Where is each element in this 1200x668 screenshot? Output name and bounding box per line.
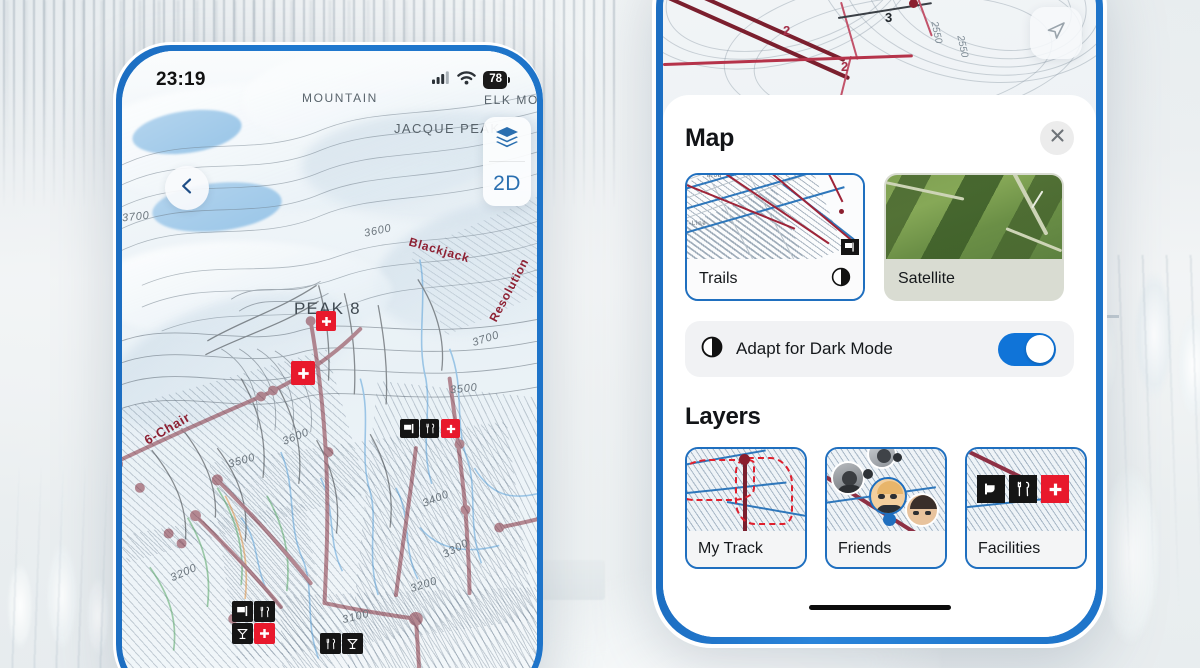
contrast-half-circle-icon [831, 267, 851, 292]
phone-left: MOUNTAIN ELK MOU JACQUE PEAK PEAK 8 Blac… [113, 42, 543, 668]
contrast-half-circle-icon [701, 336, 723, 363]
chevron-left-icon [178, 177, 196, 200]
layer-label-facilities: Facilities [967, 531, 1085, 567]
home-indicator[interactable] [808, 605, 951, 610]
layer-card-facilities[interactable]: Facilities [965, 447, 1087, 569]
battery-indicator: 78 [483, 71, 510, 89]
restaurant-icon[interactable] [320, 633, 341, 654]
layer-thumbnail-friends [827, 449, 945, 531]
layers-heading: Layers [685, 403, 761, 430]
map-controls: 2D [483, 117, 531, 206]
phone-right-screen: 4 3 2 2 2550 2550 sgrat Map [663, 0, 1096, 637]
ski-lift-icon[interactable] [400, 419, 419, 438]
layer-card-my-track[interactable]: My Track [685, 447, 807, 569]
toggle-knob [1025, 335, 1054, 363]
navigation-arrow-icon [1044, 19, 1068, 48]
dark-mode-toggle[interactable] [998, 332, 1056, 366]
wifi-icon [457, 70, 476, 90]
dark-mode-label: Adapt for Dark Mode [736, 339, 893, 358]
basemap-label-satellite: Satellite [898, 270, 955, 287]
close-button[interactable] [1040, 121, 1074, 155]
avatar [831, 461, 865, 495]
basemap-label-trails: Trails [699, 270, 738, 287]
sheet-header: Map [685, 121, 1074, 155]
toilet-icon [977, 475, 1005, 503]
dimension-toggle-button[interactable]: 2D [483, 162, 531, 206]
first-aid-icon [1041, 475, 1069, 503]
status-bar: 23:19 78 [122, 51, 537, 97]
first-aid-icon[interactable] [316, 311, 336, 331]
ski-map-3d[interactable]: MOUNTAIN ELK MOU JACQUE PEAK PEAK 8 Blac… [122, 51, 537, 668]
layers-list: My Track Friends Facilities [685, 447, 1087, 569]
signal-bars-icon [432, 71, 450, 89]
basemap-card-trails[interactable]: nfon T-Line Trails [685, 173, 865, 301]
restaurant-icon[interactable] [254, 601, 275, 622]
basemap-footer-trails: Trails [687, 259, 863, 299]
ski-lift-icon[interactable] [232, 601, 253, 622]
layer-thumbnail-my-track [687, 449, 805, 531]
layer-card-friends[interactable]: Friends [825, 447, 947, 569]
status-bar-indicators: 78 [432, 70, 510, 90]
screenshot-root: 4 3 2 2 2550 2550 sgrat Map [0, 0, 1200, 668]
restaurant-icon[interactable] [420, 419, 439, 438]
phone-left-screen: MOUNTAIN ELK MOU JACQUE PEAK PEAK 8 Blac… [122, 51, 537, 668]
locate-me-button[interactable] [1030, 7, 1082, 59]
first-aid-icon[interactable] [291, 361, 315, 385]
phone-right: 4 3 2 2 2550 2550 sgrat Map [652, 0, 1107, 648]
background-hut [535, 560, 605, 600]
page-title: Map [685, 123, 735, 152]
dark-mode-row[interactable]: Adapt for Dark Mode [685, 321, 1074, 377]
layers-stack-icon [494, 125, 520, 154]
basemap-card-satellite[interactable]: Satellite [884, 173, 1064, 301]
first-aid-icon[interactable] [441, 419, 460, 438]
dimension-toggle-label: 2D [493, 172, 521, 195]
layer-thumbnail-facilities [967, 449, 1085, 531]
bar-icon[interactable] [232, 623, 253, 644]
bar-icon[interactable] [342, 633, 363, 654]
layer-label-my-track: My Track [687, 531, 805, 567]
ski-lift-icon [841, 239, 859, 255]
back-button[interactable] [165, 166, 209, 210]
layers-button[interactable] [483, 117, 531, 161]
basemap-footer-satellite: Satellite [886, 259, 1062, 299]
first-aid-icon[interactable] [254, 623, 275, 644]
avatar [905, 493, 939, 527]
avatar [869, 477, 907, 515]
layer-label-friends: Friends [827, 531, 945, 567]
close-x-icon [1049, 127, 1066, 149]
basemap-options: nfon T-Line Trails Satellite [685, 173, 1074, 301]
map-settings-sheet: Map nfon T-Line Trails Satellite Adapt f… [663, 95, 1096, 637]
basemap-thumbnail-satellite [886, 175, 1062, 259]
basemap-thumbnail-trails: nfon T-Line [687, 175, 863, 259]
restaurant-icon [1009, 475, 1037, 503]
status-bar-time: 23:19 [156, 69, 206, 90]
